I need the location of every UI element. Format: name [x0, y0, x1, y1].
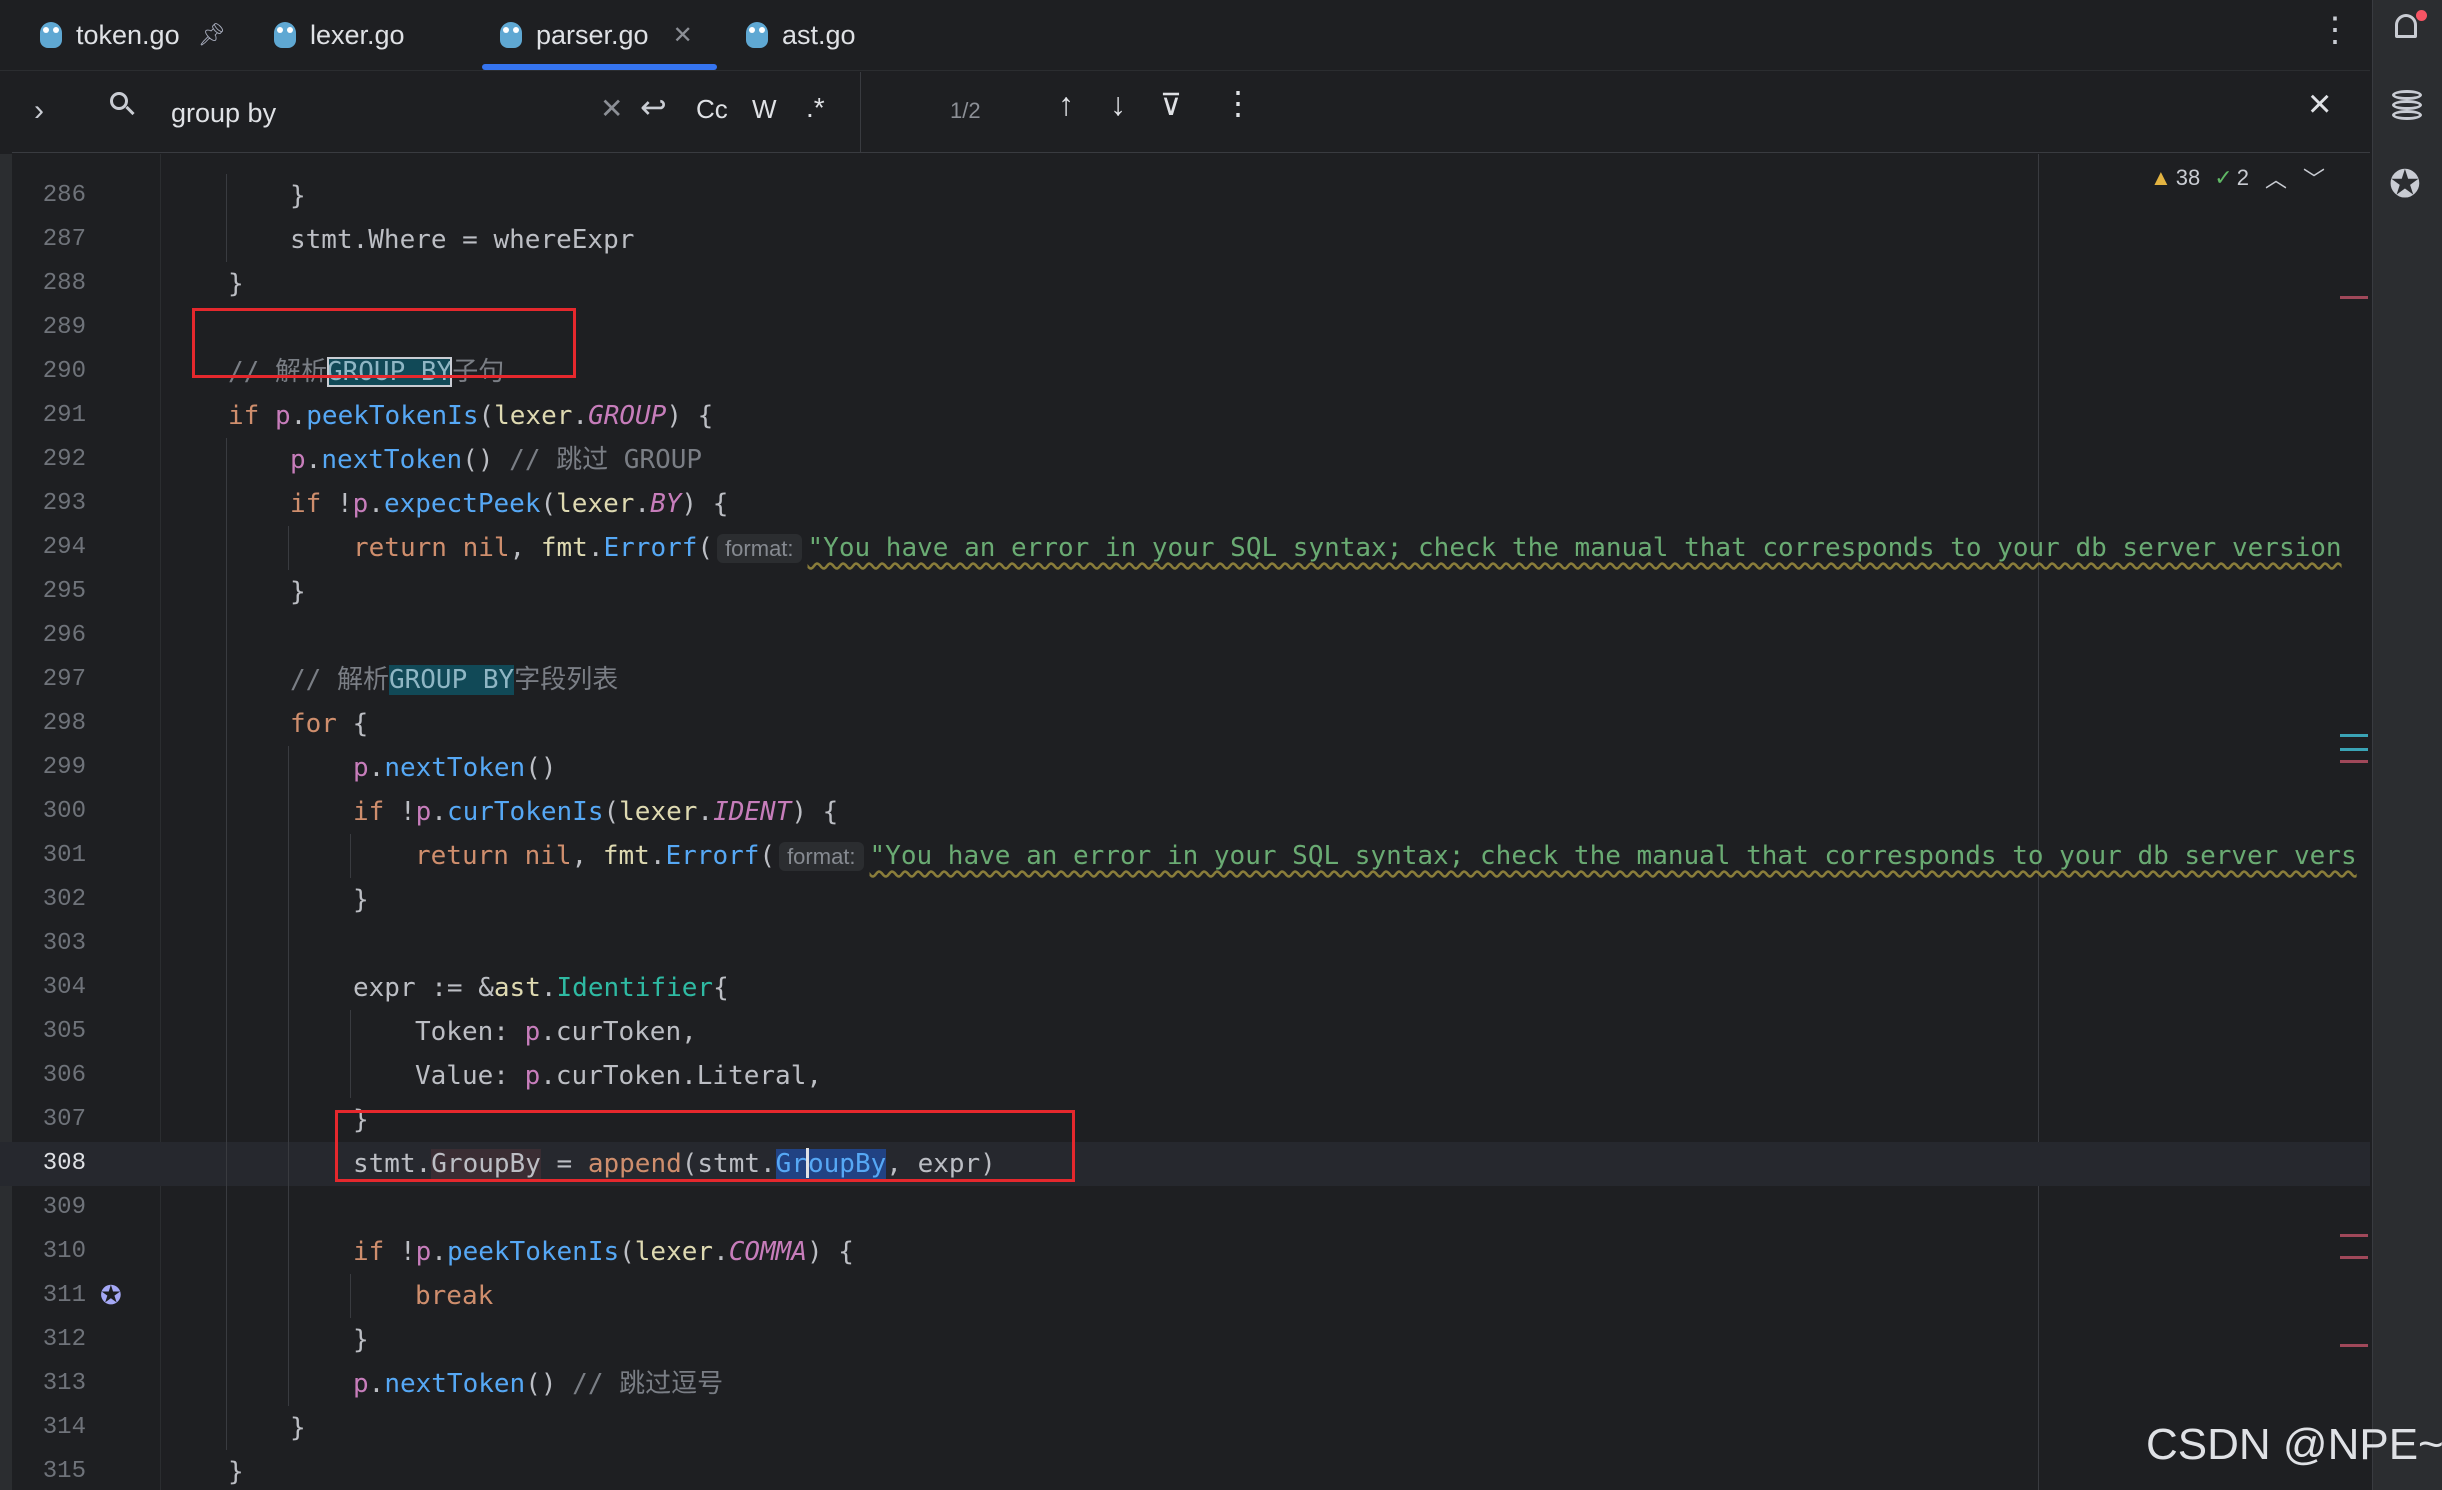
tab-label: token.go [76, 19, 180, 50]
active-tab-indicator [482, 64, 717, 70]
warning-icon: ▲ [2150, 165, 2172, 190]
find-input[interactable] [169, 92, 603, 134]
divider [860, 72, 861, 152]
error-stripe-mark[interactable] [2340, 1234, 2368, 1237]
notification-badge [2416, 10, 2427, 21]
code-line: 314 } [0, 1406, 2370, 1450]
match-stripe-mark[interactable] [2340, 734, 2368, 737]
code-line: 286 } [0, 174, 2370, 218]
watermark: CSDN @NPE~ [2146, 1420, 2442, 1469]
code-line: 313 p.nextToken() // 跳过逗号 [0, 1362, 2370, 1406]
new-line-icon[interactable]: ↩ [640, 88, 667, 126]
more-options-icon[interactable]: ⋮ [1222, 84, 1254, 122]
code-line: 298 for { [0, 702, 2370, 746]
code-line: 304 expr := &ast.Identifier{ [0, 966, 2370, 1010]
chevron-down-icon[interactable]: ﹀ [2303, 162, 2325, 194]
ai-gutter-icon[interactable]: ✪ [100, 1280, 122, 1311]
ai-assistant-icon[interactable]: ✪ [2389, 166, 2427, 204]
search-history-icon[interactable] [110, 92, 136, 118]
right-tool-strip: ✪ [2372, 0, 2442, 1490]
code-line: 294 return nil, fmt.Errorf(format: "You h… [0, 526, 2370, 570]
code-line: 305 Token: p.curToken, [0, 1010, 2370, 1054]
code-line: 310 if !p.peekTokenIs(lexer.COMMA) { [0, 1230, 2370, 1274]
code-line: 296 [0, 614, 2370, 658]
clear-search-icon[interactable]: ✕ [600, 92, 623, 125]
tab-lexer-go[interactable]: lexer.go [274, 0, 405, 70]
database-icon[interactable] [2389, 88, 2427, 126]
match-count: 1/2 [950, 98, 981, 123]
go-file-icon [274, 22, 296, 48]
match-stripe-mark[interactable] [2340, 748, 2368, 751]
chevron-up-icon[interactable]: ︿ [2265, 162, 2287, 194]
tab-label: parser.go [536, 19, 649, 50]
close-find-icon[interactable]: × [2308, 82, 2331, 127]
code-line: 295 } [0, 570, 2370, 614]
code-line: 315 } [42, 1457, 244, 1487]
editor-tab-bar: token.go 📌︎ lexer.go parser.go ✕ ast.go … [0, 0, 2370, 71]
go-file-icon [746, 22, 768, 48]
code-line: 291 if p.peekTokenIs(lexer.GROUP) { [42, 401, 714, 431]
close-icon[interactable]: ✕ [673, 21, 693, 50]
code-line: 297 // 解析GROUP BY字段列表 [0, 658, 2370, 702]
code-line: 301 return nil, fmt.Errorf(format: "You h… [0, 834, 2370, 878]
search-match: GROUP BY [388, 665, 515, 695]
code-line: 312 } [0, 1318, 2370, 1362]
previous-match-icon[interactable]: ↑ [1058, 86, 1074, 123]
code-line: 302 } [0, 878, 2370, 922]
check-icon: ✓ [2214, 165, 2233, 190]
error-stripe-mark[interactable] [2340, 296, 2368, 299]
whole-words-toggle[interactable]: W [752, 94, 777, 125]
next-match-icon[interactable]: ↓ [1110, 86, 1126, 123]
expand-replace-icon[interactable]: › [34, 94, 44, 128]
filter-icon[interactable]: ⊽ [1160, 88, 1182, 123]
code-line: 309 [0, 1186, 2370, 1230]
code-line: 292 p.nextToken() // 跳过 GROUP [0, 438, 2370, 482]
pin-icon[interactable]: 📌︎ [198, 22, 226, 48]
tab-label: ast.go [782, 19, 856, 50]
tab-ast-go[interactable]: ast.go [746, 0, 856, 70]
code-line: 303 [0, 922, 2370, 966]
regex-toggle[interactable]: .* [806, 92, 825, 124]
tab-label: lexer.go [310, 19, 405, 50]
code-line: 293 if !p.expectPeek(lexer.BY) { [0, 482, 2370, 526]
find-bar: › ✕ ↩ Cc W .* 1/2 ↑ ↓ ⊽ ⋮ × [12, 72, 2370, 153]
code-line: 306 Value: p.curToken.Literal, [0, 1054, 2370, 1098]
error-stripe-mark[interactable] [2340, 760, 2368, 763]
code-line: 299 p.nextToken() [0, 746, 2370, 790]
inlay-hint: format: [717, 534, 802, 563]
code-line: 311 break [0, 1274, 2370, 1318]
error-stripe-mark[interactable] [2340, 1344, 2368, 1347]
go-file-icon [500, 22, 522, 48]
ok-count: 2 [2236, 165, 2249, 190]
annotation-box [335, 1110, 1075, 1182]
tab-options-icon[interactable]: ⋮ [2318, 10, 2352, 50]
tab-parser-go[interactable]: parser.go ✕ [482, 0, 717, 70]
notifications-icon[interactable] [2389, 10, 2427, 48]
annotation-box [192, 308, 576, 378]
inlay-hint: format: [779, 842, 864, 871]
tab-token-go[interactable]: token.go 📌︎ [40, 0, 226, 70]
code-line: 300 if !p.curTokenIs(lexer.IDENT) { [0, 790, 2370, 834]
warning-count: 38 [2175, 165, 2201, 190]
code-line: 288 } [42, 269, 244, 299]
match-case-toggle[interactable]: Cc [696, 94, 728, 125]
error-stripe-mark[interactable] [2340, 1256, 2368, 1259]
go-file-icon [40, 22, 62, 48]
inspection-widget[interactable]: ▲ 38 ✓ 2 ︿ ﹀ [2150, 162, 2325, 194]
code-line: 287 stmt.Where = whereExpr [0, 218, 2370, 262]
